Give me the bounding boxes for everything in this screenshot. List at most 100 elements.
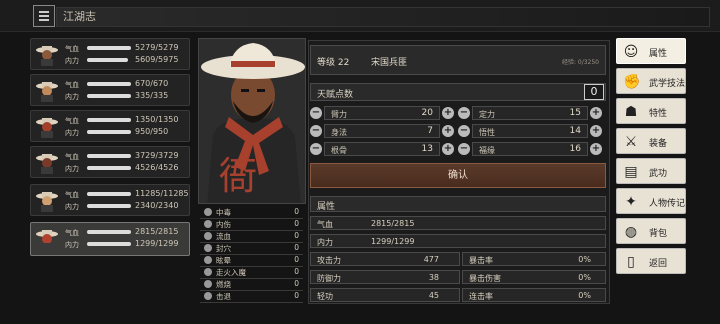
character-avatar (35, 226, 59, 250)
menu-item-label: 返回 (649, 259, 668, 269)
increase-button[interactable]: + (590, 143, 602, 155)
character-card[interactable]: 气血 内力 11285/11285 2340/2340 (30, 184, 190, 216)
increase-button[interactable]: + (442, 125, 454, 137)
vital-value: 2815/2815 (371, 219, 415, 228)
attribute-cell: 根骨 13 (324, 142, 440, 156)
status-effect-row: 封穴 0 (200, 243, 303, 253)
hp-bar (87, 118, 131, 122)
character-card[interactable]: 气血 内力 5279/5279 5609/5975 (30, 38, 190, 70)
divider (200, 302, 303, 303)
status-value: 0 (294, 267, 299, 276)
decrease-button[interactable]: − (310, 107, 322, 119)
menu-item[interactable]: ▯ 返回 (616, 248, 686, 274)
combat-stat-value: 0% (578, 273, 591, 282)
combat-stat-value: 38 (428, 273, 439, 282)
talent-points-value: 0 (584, 84, 604, 100)
biography-icon: ✦ (625, 194, 637, 210)
status-name: 内伤 (216, 220, 231, 229)
character-avatar (35, 42, 59, 66)
decrease-button[interactable]: − (310, 143, 322, 155)
increase-button[interactable]: + (442, 143, 454, 155)
hp-bar (87, 230, 131, 234)
menu-item[interactable]: ☺ 属性 (616, 38, 686, 64)
status-effect-row: 击退 0 (200, 291, 303, 301)
increase-button[interactable]: + (590, 107, 602, 119)
hp-value: 5279/5279 (135, 43, 179, 52)
attribute-cell: 身法 7 (324, 124, 440, 138)
attribute-cell: 臂力 20 (324, 106, 440, 120)
character-card[interactable]: 气血 内力 670/670 335/335 (30, 74, 190, 106)
talent-points-row: 天赋点数 (310, 83, 606, 101)
hamburger-icon (39, 15, 49, 17)
combat-stat-name: 防御力 (317, 274, 341, 283)
status-value: 0 (294, 207, 299, 216)
confirm-button[interactable]: 确认 (310, 163, 606, 188)
decrease-button[interactable]: − (458, 143, 470, 155)
combat-stat-name: 攻击力 (317, 256, 341, 265)
attribute-value: 14 (569, 126, 581, 136)
menu-item-label: 装备 (649, 139, 668, 149)
talent-label: 天赋点数 (317, 90, 354, 100)
menu-item[interactable]: ◍ 背包 (616, 218, 686, 244)
vital-name: 内力 (317, 238, 333, 247)
increase-button[interactable]: + (590, 125, 602, 137)
combat-stat-value: 0% (578, 255, 591, 264)
status-name: 击退 (216, 292, 231, 301)
attribute-value: 7 (427, 126, 433, 136)
combat-stat-row: 防御力 38 (310, 270, 460, 284)
menu-button[interactable] (33, 5, 55, 27)
status-icon (204, 256, 212, 264)
sword-icon: ⚔ (624, 134, 638, 150)
menu-item-label: 背包 (649, 229, 668, 239)
vital-row: 内力 1299/1299 (310, 234, 606, 248)
combat-stat-value: 0% (578, 291, 591, 300)
vital-value: 1299/1299 (371, 237, 415, 246)
status-value: 0 (294, 219, 299, 228)
character-avatar (35, 150, 59, 174)
menu-item[interactable]: ✊ 武学技法 (616, 68, 686, 94)
attribute-value: 16 (569, 144, 581, 154)
increase-button[interactable]: + (442, 107, 454, 119)
mp-bar (87, 94, 131, 98)
status-name: 封穴 (216, 244, 231, 253)
combat-stat-row: 攻击力 477 (310, 252, 460, 266)
decrease-button[interactable]: − (310, 125, 322, 137)
properties-header: 属性 (310, 196, 606, 212)
attribute-name: 定力 (479, 110, 495, 119)
menu-item[interactable]: ⚔ 装备 (616, 128, 686, 154)
bag-icon: ◍ (624, 224, 638, 240)
character-title: 宋国兵匪 (371, 58, 408, 68)
user-icon: ☺ (623, 44, 639, 60)
hp-bar (87, 154, 131, 158)
mp-label: 内力 (65, 129, 79, 137)
status-icon (204, 292, 212, 300)
menu-item[interactable]: ☗ 特性 (616, 98, 686, 124)
trait-icon: ☗ (624, 104, 638, 120)
combat-stat-name: 暴击伤害 (469, 274, 501, 283)
character-avatar (35, 78, 59, 102)
attribute-name: 身法 (331, 128, 347, 137)
status-icon (204, 280, 212, 288)
mp-label: 内力 (65, 93, 79, 101)
combat-stat-name: 轻功 (317, 292, 333, 301)
mp-bar (87, 130, 131, 134)
exp-text: 经验: 0/3250 (561, 59, 599, 66)
exit-icon: ▯ (627, 254, 635, 270)
status-effect-row: 中毒 0 (200, 207, 303, 217)
mp-label: 内力 (65, 203, 79, 211)
character-card[interactable]: 气血 内力 2815/2815 1299/1299 (30, 222, 190, 256)
status-name: 中毒 (216, 208, 231, 217)
hp-label: 气血 (65, 45, 79, 53)
combat-stat-row: 暴击伤害 0% (462, 270, 606, 284)
character-card[interactable]: 气血 内力 3729/3729 4526/4526 (30, 146, 190, 178)
attribute-name: 福缘 (479, 146, 495, 155)
status-icon (204, 268, 212, 276)
vital-row: 气血 2815/2815 (310, 216, 606, 230)
character-card[interactable]: 气血 内力 1350/1350 950/950 (30, 110, 190, 142)
menu-item[interactable]: ▤ 武功 (616, 158, 686, 184)
decrease-button[interactable]: − (458, 125, 470, 137)
menu-item[interactable]: ✦ 人物传记 (616, 188, 686, 214)
mp-value: 335/335 (135, 91, 169, 100)
decrease-button[interactable]: − (458, 107, 470, 119)
hp-label: 气血 (65, 117, 79, 125)
